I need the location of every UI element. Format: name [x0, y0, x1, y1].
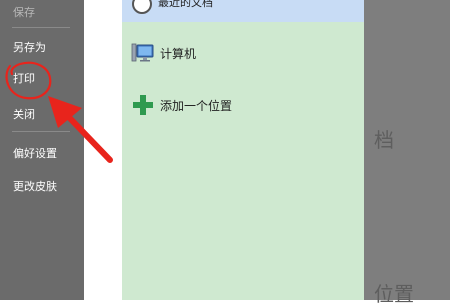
places-panel: 最近的文档 计算机 添加一个位置	[122, 0, 364, 300]
plus-icon	[133, 95, 153, 115]
menu-item-save[interactable]: 保存	[13, 4, 35, 20]
place-label: 计算机	[160, 47, 197, 61]
menu-item-change-skin[interactable]: 更改皮肤	[13, 178, 57, 194]
backstage-menu: 保存 另存为 打印 关闭 偏好设置 更改皮肤	[0, 0, 84, 300]
place-label: 添加一个位置	[160, 99, 233, 113]
menu-divider	[12, 27, 70, 28]
spacer	[84, 0, 122, 300]
background-overlay: 档 位置	[364, 0, 450, 306]
place-label: 最近的文档	[158, 0, 213, 9]
place-recent-documents[interactable]: 最近的文档	[122, 0, 364, 22]
menu-divider	[12, 131, 70, 132]
computer-icon	[131, 43, 154, 62]
menu-item-save-as[interactable]: 另存为	[13, 39, 46, 55]
place-computer[interactable]: 计算机	[122, 40, 364, 66]
background-text: 位置	[374, 282, 414, 306]
background-text: 档	[374, 128, 394, 152]
place-add-location[interactable]: 添加一个位置	[122, 92, 364, 118]
menu-item-print[interactable]: 打印	[13, 70, 35, 86]
menu-item-close[interactable]: 关闭	[13, 106, 35, 122]
menu-item-preferences[interactable]: 偏好设置	[13, 145, 57, 161]
clock-icon	[132, 0, 152, 14]
